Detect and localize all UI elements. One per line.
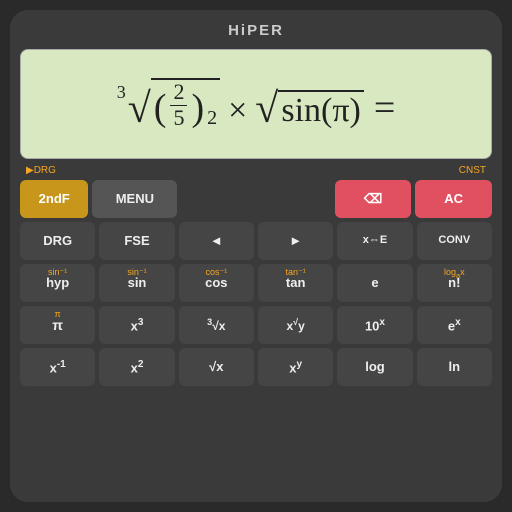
cube-root: 3 √ ( 2 5 ) 2 (117, 78, 220, 129)
btn-menu[interactable]: MENU (92, 180, 177, 218)
btn-ln[interactable]: ln (417, 348, 492, 386)
btn-log[interactable]: log (337, 348, 412, 386)
indicator-row: ▶DRG CNST (20, 165, 492, 176)
btn-conv[interactable]: CONV (417, 222, 492, 260)
sqrt-sin: √ sin(π) (255, 88, 364, 130)
btn-cos[interactable]: cos⁻¹ cos (179, 264, 254, 302)
row1: DRG FSE ◄ ► x⇔E CONV (20, 222, 492, 260)
row2: sin⁻¹ hyp sin⁻¹ sin cos⁻¹ cos tan⁻¹ tan … (20, 264, 492, 302)
btn-left-arrow[interactable]: ◄ (179, 222, 254, 260)
btn-xinv[interactable]: x-1 (20, 348, 95, 386)
btn-ex[interactable]: ex (417, 306, 492, 344)
btn-xsq[interactable]: x2 (99, 348, 174, 386)
btn-right-arrow[interactable]: ► (258, 222, 333, 260)
calculator: HiPER 3 √ ( 2 5 ) 2 × √ (10, 10, 502, 502)
app-title: HiPER (20, 20, 492, 43)
btn-xpowy[interactable]: xy (258, 348, 333, 386)
btn-backspace[interactable]: ⌫ (335, 180, 412, 218)
btn-cbrootx[interactable]: 3√x (179, 306, 254, 344)
btn-xrooty[interactable]: x√y (258, 306, 333, 344)
btn-drg[interactable]: DRG (20, 222, 95, 260)
btn-sqrtx[interactable]: √x (179, 348, 254, 386)
display-screen: 3 √ ( 2 5 ) 2 × √ sin(π) (20, 49, 492, 159)
btn-xcube[interactable]: x3 (99, 306, 174, 344)
btn-2ndf[interactable]: 2ndF (20, 180, 88, 218)
btn-hyp[interactable]: sin⁻¹ hyp (20, 264, 95, 302)
button-area: ▶DRG CNST 2ndF MENU ⌫ AC DRG F (20, 165, 492, 492)
btn-10x[interactable]: 10x (337, 306, 412, 344)
btn-e[interactable]: e (337, 264, 412, 302)
row4: x-1 x2 √x xy log ln (20, 348, 492, 386)
btn-nfact[interactable]: logax n! (417, 264, 492, 302)
drg-indicator: ▶DRG (26, 165, 56, 176)
btn-tan[interactable]: tan⁻¹ tan (258, 264, 333, 302)
btn-fse[interactable]: FSE (99, 222, 174, 260)
cnst-indicator: CNST (459, 165, 486, 176)
btn-ac[interactable]: AC (415, 180, 492, 218)
btn-xE[interactable]: x⇔E (337, 222, 412, 260)
display-expression: 3 √ ( 2 5 ) 2 × √ sin(π) (117, 78, 396, 129)
btn-pi[interactable]: π π (20, 306, 95, 344)
row-top: 2ndF MENU ⌫ AC (20, 180, 492, 218)
btn-sin[interactable]: sin⁻¹ sin (99, 264, 174, 302)
row3: π π x3 3√x x√y 10x ex (20, 306, 492, 344)
